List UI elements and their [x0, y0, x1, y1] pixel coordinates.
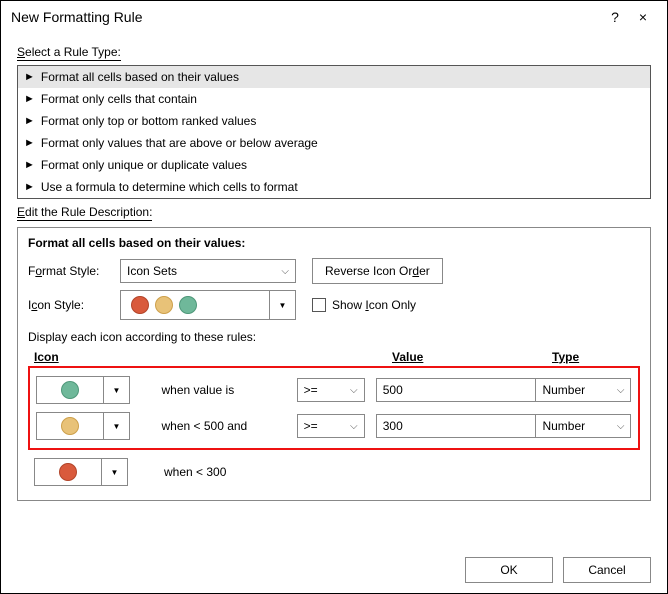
select-rule-type-label: Select a Rule Type:: [17, 45, 121, 61]
format-style-combo[interactable]: Icon Sets ⌵: [120, 259, 296, 283]
bullet-icon: ►: [24, 137, 35, 149]
rule-type-item[interactable]: ► Format only top or bottom ranked value…: [18, 110, 650, 132]
reverse-icon-order-button[interactable]: Reverse Icon Order: [312, 258, 443, 284]
rule-type-item[interactable]: ► Use a formula to determine which cells…: [18, 176, 650, 198]
help-button[interactable]: ?: [601, 9, 629, 25]
format-style-label: Format Style:: [28, 264, 120, 278]
show-icon-only-option[interactable]: Show Icon Only: [312, 298, 416, 312]
bullet-icon: ►: [24, 71, 35, 83]
circle-red-icon: [131, 296, 149, 314]
circle-green-icon: [61, 381, 79, 399]
titlebar: New Formatting Rule ? ×: [1, 1, 667, 33]
icon-picker[interactable]: ▼: [36, 412, 130, 440]
description-title: Format all cells based on their values:: [28, 236, 640, 250]
circle-green-icon: [179, 296, 197, 314]
icon-rule-row: ▼ when < 300: [28, 454, 640, 490]
rule-type-item[interactable]: ► Format only cells that contain: [18, 88, 650, 110]
chevron-down-icon: ▼: [113, 386, 121, 395]
value-column-header: Value: [392, 350, 544, 364]
rule-condition-text: when value is: [161, 383, 296, 397]
highlighted-rules: ▼ when value is >= ⌵: [28, 366, 640, 450]
circle-red-icon: [59, 463, 77, 481]
bullet-icon: ►: [24, 159, 35, 171]
type-combo[interactable]: Number ⌵: [535, 414, 631, 438]
icon-rule-row: ▼ when value is >= ⌵: [30, 372, 638, 408]
icon-style-combo[interactable]: ▼: [120, 290, 296, 320]
operator-combo[interactable]: >= ⌵: [297, 378, 365, 402]
operator-combo[interactable]: >= ⌵: [297, 414, 365, 438]
icon-picker[interactable]: ▼: [36, 376, 130, 404]
close-button[interactable]: ×: [629, 9, 657, 25]
chevron-down-icon: ▼: [113, 422, 121, 431]
chevron-down-icon: ⌵: [617, 421, 625, 432]
chevron-down-icon: ▼: [111, 468, 119, 477]
icon-picker[interactable]: ▼: [34, 458, 128, 486]
icon-rule-row: ▼ when < 500 and >= ⌵: [30, 408, 638, 444]
rule-type-item[interactable]: ► Format only unique or duplicate values: [18, 154, 650, 176]
bullet-icon: ►: [24, 115, 35, 127]
chevron-down-icon: ⌵: [617, 385, 625, 396]
icon-column-header: Icon: [34, 350, 170, 364]
type-combo[interactable]: Number ⌵: [535, 378, 631, 402]
bullet-icon: ►: [24, 93, 35, 105]
window-title: New Formatting Rule: [11, 9, 601, 25]
rule-type-item[interactable]: ► Format only values that are above or b…: [18, 132, 650, 154]
rule-condition-text: when < 500 and: [161, 419, 296, 433]
edit-description-label: Edit the Rule Description:: [17, 205, 152, 221]
circle-yellow-icon: [155, 296, 173, 314]
display-rules-caption: Display each icon according to these rul…: [28, 330, 640, 344]
circle-yellow-icon: [61, 417, 79, 435]
chevron-down-icon: ▼: [279, 301, 287, 310]
value-input[interactable]: [376, 414, 545, 438]
rule-condition-text: when < 300: [164, 465, 304, 479]
icon-style-label: Icon Style:: [28, 298, 120, 312]
rule-description-box: Format all cells based on their values: …: [17, 227, 651, 501]
ok-button[interactable]: OK: [465, 557, 553, 583]
chevron-down-icon: ⌵: [281, 266, 289, 277]
rule-type-item[interactable]: ► Format all cells based on their values: [18, 66, 650, 88]
type-column-header: Type: [552, 350, 579, 364]
dialog-footer: OK Cancel: [465, 557, 651, 583]
bullet-icon: ►: [24, 181, 35, 193]
chevron-down-icon: ⌵: [350, 421, 358, 432]
value-input[interactable]: [376, 378, 545, 402]
checkbox-icon: [312, 298, 326, 312]
chevron-down-icon: ⌵: [350, 385, 358, 396]
rule-type-list: ► Format all cells based on their values…: [17, 65, 651, 199]
cancel-button[interactable]: Cancel: [563, 557, 651, 583]
